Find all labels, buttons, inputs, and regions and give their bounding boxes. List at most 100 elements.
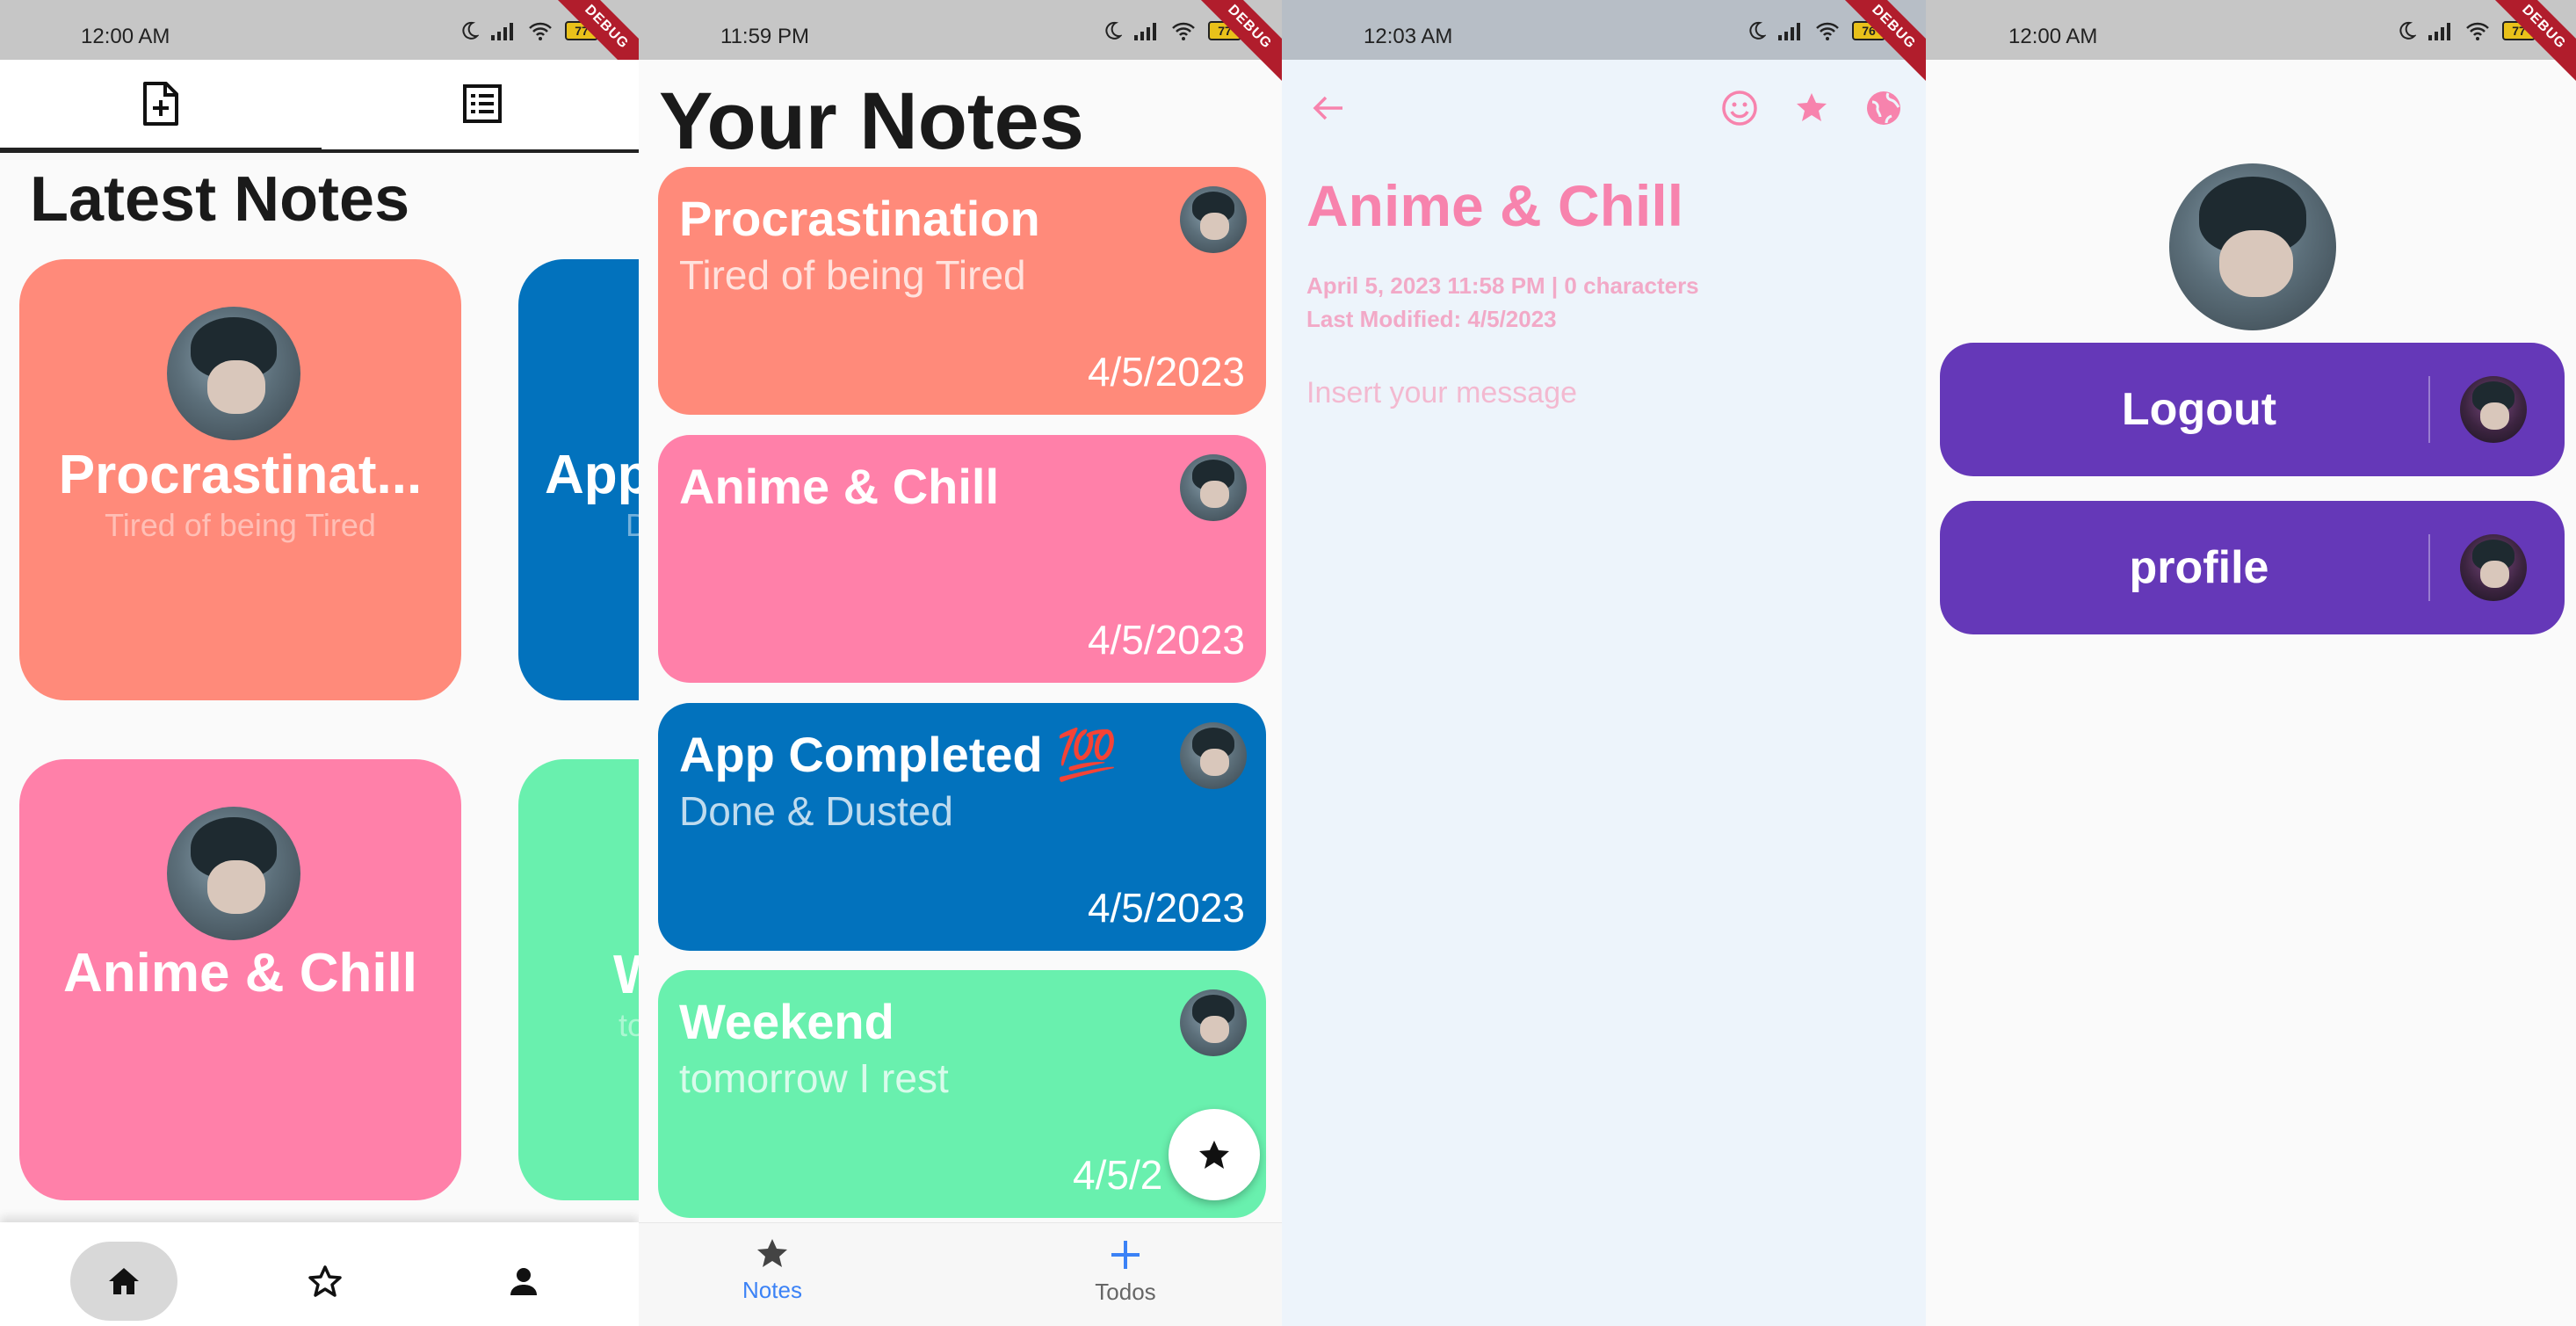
- logout-button[interactable]: Logout: [1940, 343, 2565, 476]
- note-card[interactable]: Procrastination Tired of being Tired 4/5…: [658, 167, 1266, 415]
- note-card[interactable]: Procrastinat... Tired of being Tired: [19, 259, 461, 700]
- editor-toolbar: [1282, 60, 1926, 148]
- moon-icon: [462, 21, 479, 40]
- note-card-title: W: [613, 944, 639, 1006]
- back-arrow-icon: [1313, 96, 1342, 120]
- note-card-title: Anime & Chill: [62, 943, 418, 1004]
- note-card-title: App: [545, 445, 639, 505]
- note-title: App Completed 💯: [679, 727, 1118, 782]
- note-card-subtitle: D: [626, 507, 639, 543]
- star-icon: [1797, 93, 1827, 121]
- avatar: [2460, 534, 2527, 601]
- nav-home[interactable]: [70, 1242, 177, 1321]
- home-icon: [109, 1268, 139, 1294]
- debug-banner: DEBUG: [1185, 0, 1282, 91]
- note-card[interactable]: Weekend tomorrow I rest 4/5/2: [658, 970, 1266, 1218]
- status-time: 11:59 PM: [720, 25, 809, 48]
- back-button[interactable]: [1306, 86, 1350, 130]
- emoji-button[interactable]: [1718, 86, 1762, 130]
- nav-todos[interactable]: Todos: [1055, 1237, 1196, 1306]
- favorite-fab-button[interactable]: [1169, 1109, 1260, 1200]
- nav-favorites[interactable]: [281, 1242, 369, 1321]
- profile-button[interactable]: profile: [1940, 501, 2565, 634]
- nav-notes-label: Notes: [742, 1277, 802, 1303]
- status-time: 12:03 AM: [1364, 25, 1453, 48]
- plus-icon: [1111, 1241, 1140, 1269]
- note-card[interactable]: App D: [518, 259, 639, 700]
- divider: [2428, 534, 2430, 601]
- note-subtitle: Done & Dusted: [679, 788, 953, 834]
- message-input[interactable]: [1306, 376, 1886, 410]
- status-bar: 12:03 AM 76 DEBUG: [1282, 0, 1926, 91]
- moon-icon: [1105, 21, 1122, 40]
- notes-list-screen: 11:59 PM 77 DEBUG Your Notes Procrastina…: [639, 0, 1282, 1326]
- avatar: [1180, 989, 1247, 1056]
- signal-icon: [1778, 23, 1800, 40]
- nav-todos-label: Todos: [1095, 1279, 1156, 1305]
- status-bar: 12:00 AM 77 DEBUG: [1926, 0, 2576, 91]
- nav-notes[interactable]: Notes: [702, 1237, 843, 1304]
- page-title: Your Notes: [659, 76, 1084, 166]
- debug-banner: DEBUG: [2479, 0, 2576, 91]
- list-icon: [463, 84, 502, 123]
- star-icon: [1199, 1141, 1229, 1169]
- note-card-subtitle: to: [619, 1007, 639, 1043]
- note-title: Procrastination: [679, 191, 1040, 246]
- status-icons: 77: [1104, 21, 1241, 40]
- note-card-subtitle: Tired of being Tired: [105, 507, 376, 543]
- smiley-icon: [1722, 91, 1757, 126]
- avatar: [167, 307, 300, 440]
- note-card[interactable]: Anime & Chill 4/5/2023: [658, 435, 1266, 683]
- moon-icon: [1749, 21, 1766, 40]
- tab-note-list[interactable]: [322, 60, 639, 148]
- note-date: 4/5/2023: [1087, 885, 1245, 931]
- note-card[interactable]: App Completed 💯 Done & Dusted 4/5/2023: [658, 703, 1266, 951]
- wifi-icon: [529, 22, 552, 40]
- tab-new-note[interactable]: [0, 60, 322, 148]
- signal-icon: [491, 23, 513, 40]
- note-subtitle: tomorrow I rest: [679, 1055, 949, 1101]
- top-tab-bar: [0, 60, 639, 153]
- note-card[interactable]: Anime & Chill: [19, 759, 461, 1200]
- star-icon: [757, 1239, 787, 1267]
- note-meta: April 5, 2023 11:58 PM | 0 characters La…: [1306, 269, 1699, 336]
- globe-icon: [1867, 91, 1900, 125]
- profile-screen: 12:00 AM 77 DEBUG Logout profile: [1926, 0, 2576, 1326]
- wifi-icon: [1816, 22, 1839, 40]
- note-title[interactable]: Anime & Chill: [1306, 172, 1683, 239]
- signal-icon: [1134, 23, 1156, 40]
- star-outline-icon: [308, 1265, 342, 1297]
- avatar: [1180, 186, 1247, 253]
- note-created-info: April 5, 2023 11:58 PM | 0 characters: [1306, 272, 1699, 299]
- status-time: 12:00 AM: [2008, 25, 2098, 48]
- publish-button[interactable]: [1862, 86, 1906, 130]
- home-screen: 12:00 AM 77 DEBUG Latest Notes Procrasti…: [0, 0, 639, 1326]
- note-date: 4/5/2: [1073, 1152, 1163, 1198]
- bottom-navigation: [0, 1222, 639, 1326]
- status-icons: 76: [1748, 21, 1885, 40]
- note-modified-info: Last Modified: 4/5/2023: [1306, 306, 1557, 332]
- wifi-icon: [1172, 22, 1195, 40]
- tab-indicator: [0, 148, 322, 153]
- new-note-icon: [143, 82, 178, 126]
- note-date: 4/5/2023: [1087, 349, 1245, 395]
- avatar: [2460, 376, 2527, 443]
- nav-profile[interactable]: [480, 1242, 568, 1321]
- status-icons: 77: [2399, 21, 2536, 40]
- moon-icon: [2399, 21, 2416, 40]
- profile-label: profile: [2129, 542, 2269, 593]
- status-icons: 77: [461, 21, 598, 40]
- bottom-navigation: Notes Todos: [639, 1222, 1282, 1326]
- note-title: Weekend: [679, 994, 894, 1049]
- favorite-button[interactable]: [1790, 86, 1834, 130]
- divider: [2428, 376, 2430, 443]
- note-title: Anime & Chill: [679, 459, 1000, 514]
- note-card[interactable]: W to: [518, 759, 639, 1200]
- status-bar: 11:59 PM 77 DEBUG: [639, 0, 1282, 91]
- person-icon: [510, 1268, 537, 1295]
- logout-label: Logout: [2121, 384, 2277, 435]
- note-editor-screen: 12:03 AM 76 DEBUG Anime & Chill April 5,…: [1282, 0, 1926, 1326]
- signal-icon: [2428, 23, 2450, 40]
- status-bar: 12:00 AM 77 DEBUG: [0, 0, 639, 91]
- note-card-title: Procrastinat...: [58, 445, 423, 505]
